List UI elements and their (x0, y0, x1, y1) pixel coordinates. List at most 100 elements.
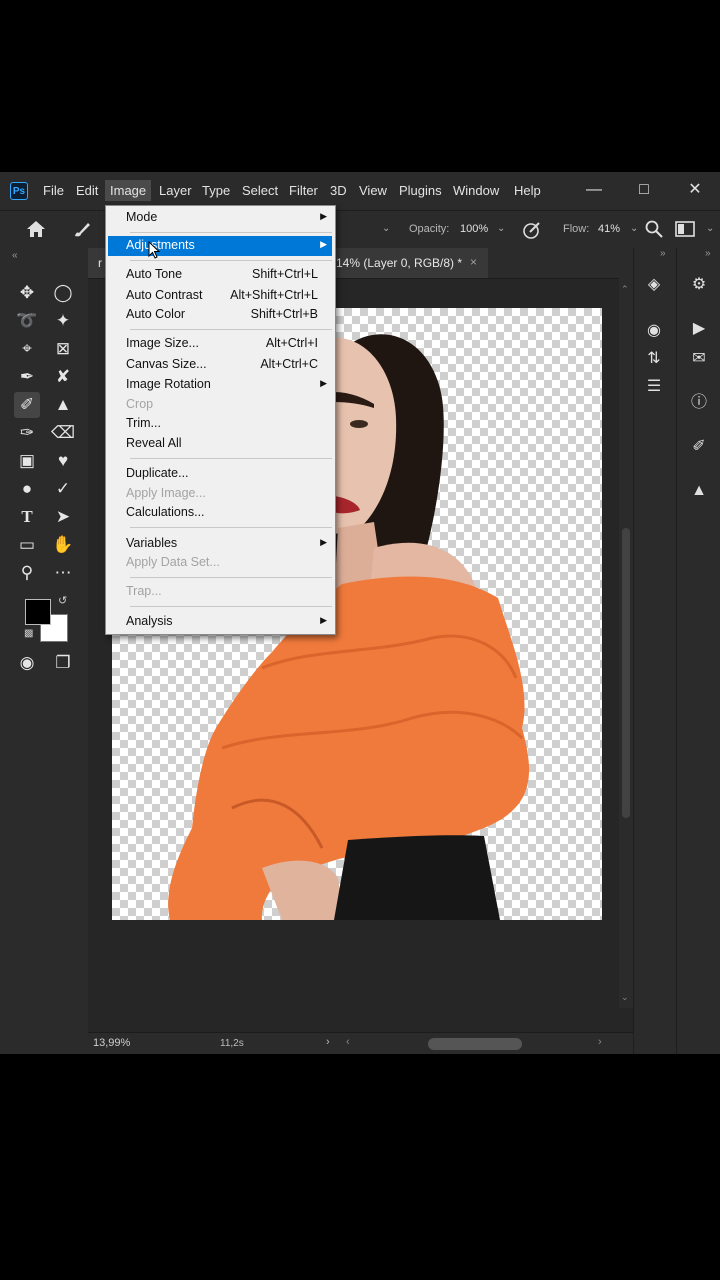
workspace-icon[interactable] (675, 220, 695, 243)
actions-play-icon[interactable]: ▶ (685, 316, 713, 342)
brush-icon[interactable]: ✐ (14, 392, 40, 418)
rectangle-icon[interactable]: ▭ (14, 532, 40, 558)
menu-filter[interactable]: Filter (289, 183, 318, 198)
quick-selection-icon[interactable]: ✦ (50, 308, 76, 334)
menu-select[interactable]: Select (242, 183, 278, 198)
submenu-arrow-icon: ▶ (320, 537, 327, 547)
menu-item-image-rotation[interactable]: Image Rotation ▶ (108, 375, 332, 395)
info-icon[interactable]: ⓘ (685, 390, 713, 416)
default-colors-icon[interactable]: ▩ (24, 628, 33, 639)
scroll-up-icon[interactable]: ⌃ (621, 284, 629, 295)
menu-item-reveal-all[interactable]: Reveal All (108, 434, 332, 454)
maximize-icon[interactable]: □ (630, 179, 658, 201)
brush-preset-icon[interactable] (72, 220, 92, 243)
pen-icon[interactable]: ✓ (50, 476, 76, 502)
frame-icon[interactable]: ⊠ (50, 336, 76, 362)
pressure-opacity-icon[interactable] (522, 220, 542, 245)
menu-item-image-size[interactable]: Image Size... Alt+Ctrl+I (108, 334, 332, 354)
zoom-level[interactable]: 13,99% (93, 1037, 130, 1049)
eraser-icon[interactable]: ⌫ (50, 420, 76, 446)
crop-icon[interactable]: ⌖ (14, 336, 40, 362)
submenu-arrow-icon: ▶ (320, 378, 327, 388)
menu-item-auto-contrast[interactable]: Auto Contrast Alt+Shift+Ctrl+L (108, 286, 332, 306)
smudge-icon[interactable]: ♥ (50, 448, 76, 474)
menu-item-auto-tone[interactable]: Auto Tone Shift+Ctrl+L (108, 265, 332, 285)
menu-item-adjustments[interactable]: Adjustments ▶ (108, 236, 332, 256)
paths-icon[interactable]: ⇅ (640, 346, 668, 372)
menu-separator (130, 260, 332, 261)
swap-colors-icon[interactable]: ↺ (58, 594, 67, 607)
dodge-icon[interactable]: ● (14, 476, 40, 502)
opacity-dropdown-icon[interactable]: ⌄ (497, 223, 505, 234)
dock-collapse-icon[interactable]: » (660, 248, 666, 259)
menu-separator (130, 329, 332, 330)
photoshop-logo[interactable]: Ps (10, 182, 28, 200)
menu-item-mode[interactable]: Mode ▶ (108, 208, 332, 228)
chevron-down-icon[interactable]: ⌄ (382, 223, 390, 234)
menu-item-calculations[interactable]: Calculations... (108, 503, 332, 523)
type-tool-icon[interactable]: T (14, 504, 40, 530)
menu-item-analysis[interactable]: Analysis ▶ (108, 612, 332, 632)
brush-settings-icon[interactable]: ✐ (685, 434, 713, 460)
vertical-scrollbar[interactable]: ⌃ ⌄ (619, 278, 633, 1008)
menu-view[interactable]: View (359, 183, 387, 198)
content-aware-move-icon[interactable]: ✘ (50, 364, 76, 390)
lasso-icon[interactable]: ➰ (14, 308, 40, 334)
eyedropper-icon[interactable]: ✒ (14, 364, 40, 390)
vertical-scroll-thumb[interactable] (622, 528, 630, 818)
menu-layer[interactable]: Layer (159, 183, 192, 198)
menu-item-auto-color[interactable]: Auto Color Shift+Ctrl+B (108, 305, 332, 325)
opacity-field[interactable]: 100% (456, 219, 492, 239)
horizontal-scroll-thumb[interactable] (428, 1038, 522, 1050)
search-icon[interactable] (645, 220, 663, 243)
status-expand-icon[interactable]: › (326, 1036, 330, 1048)
menu-3d[interactable]: 3D (330, 183, 347, 198)
ellipse-marquee-icon[interactable]: ◯ (50, 280, 76, 306)
scroll-left-icon[interactable]: ‹ (346, 1036, 350, 1048)
menu-item-duplicate[interactable]: Duplicate... (108, 464, 332, 484)
move-tool-icon[interactable]: ✥ (14, 280, 40, 306)
tools-panel: « ✥ ◯ ➰ ✦ ⌖ ⊠ ✒ ✘ ✐ ▲ ✑ ⌫ ▣ ♥ ● ✓ T ➤ ▭ … (0, 248, 89, 1054)
submenu-arrow-icon: ▶ (320, 239, 327, 249)
flow-dropdown-icon[interactable]: ⌄ (630, 223, 638, 234)
mouse-cursor-icon (148, 241, 160, 259)
history-brush-icon[interactable]: ✑ (14, 420, 40, 446)
menu-plugins[interactable]: Plugins (399, 183, 442, 198)
menu-edit[interactable]: Edit (76, 183, 98, 198)
menu-item-variables[interactable]: Variables ▶ (108, 534, 332, 554)
workspace-dropdown-icon[interactable]: ⌄ (706, 223, 714, 234)
gradient-icon[interactable]: ▣ (14, 448, 40, 474)
hand-icon[interactable]: ✋ (50, 532, 76, 558)
foreground-color-swatch[interactable] (25, 599, 51, 625)
menu-item-canvas-size[interactable]: Canvas Size... Alt+Ctrl+C (108, 355, 332, 375)
screen-mode-icon[interactable]: ❐ (50, 650, 76, 676)
menu-item-apply-image: Apply Image... (126, 486, 206, 500)
comments-icon[interactable]: ✉ (685, 346, 713, 372)
clone-source-icon[interactable]: ▲ (685, 478, 713, 504)
clone-stamp-icon[interactable]: ▲ (50, 392, 76, 418)
home-icon[interactable] (26, 220, 46, 243)
menu-help[interactable]: Help (514, 183, 541, 198)
quick-mask-icon[interactable]: ◉ (14, 650, 40, 676)
scroll-right-icon[interactable]: › (598, 1036, 602, 1048)
close-icon[interactable]: ✕ (681, 179, 709, 201)
menu-image[interactable]: Image (105, 180, 152, 201)
more-tools-icon[interactable]: ⋯ (50, 560, 76, 586)
adjustments-panel-icon[interactable]: ☰ (640, 374, 668, 400)
collapse-icon[interactable]: « (12, 250, 18, 261)
scroll-down-icon[interactable]: ⌄ (621, 992, 629, 1003)
menu-type[interactable]: Type (202, 183, 230, 198)
layers-icon[interactable]: ◈ (640, 272, 668, 298)
menu-file[interactable]: File (43, 183, 64, 198)
tab-close-icon[interactable]: × (470, 255, 477, 269)
properties-icon[interactable]: ⚙ (685, 272, 713, 298)
menu-separator (130, 527, 332, 528)
path-selection-icon[interactable]: ➤ (50, 504, 76, 530)
channels-icon[interactable]: ◉ (640, 318, 668, 344)
menu-window[interactable]: Window (453, 183, 499, 198)
flow-field[interactable]: 41% (594, 219, 624, 239)
minimize-icon[interactable]: — (580, 179, 608, 201)
dock2-collapse-icon[interactable]: » (705, 248, 711, 259)
menu-item-trim[interactable]: Trim... (108, 414, 332, 434)
zoom-icon[interactable]: ⚲ (14, 560, 40, 586)
